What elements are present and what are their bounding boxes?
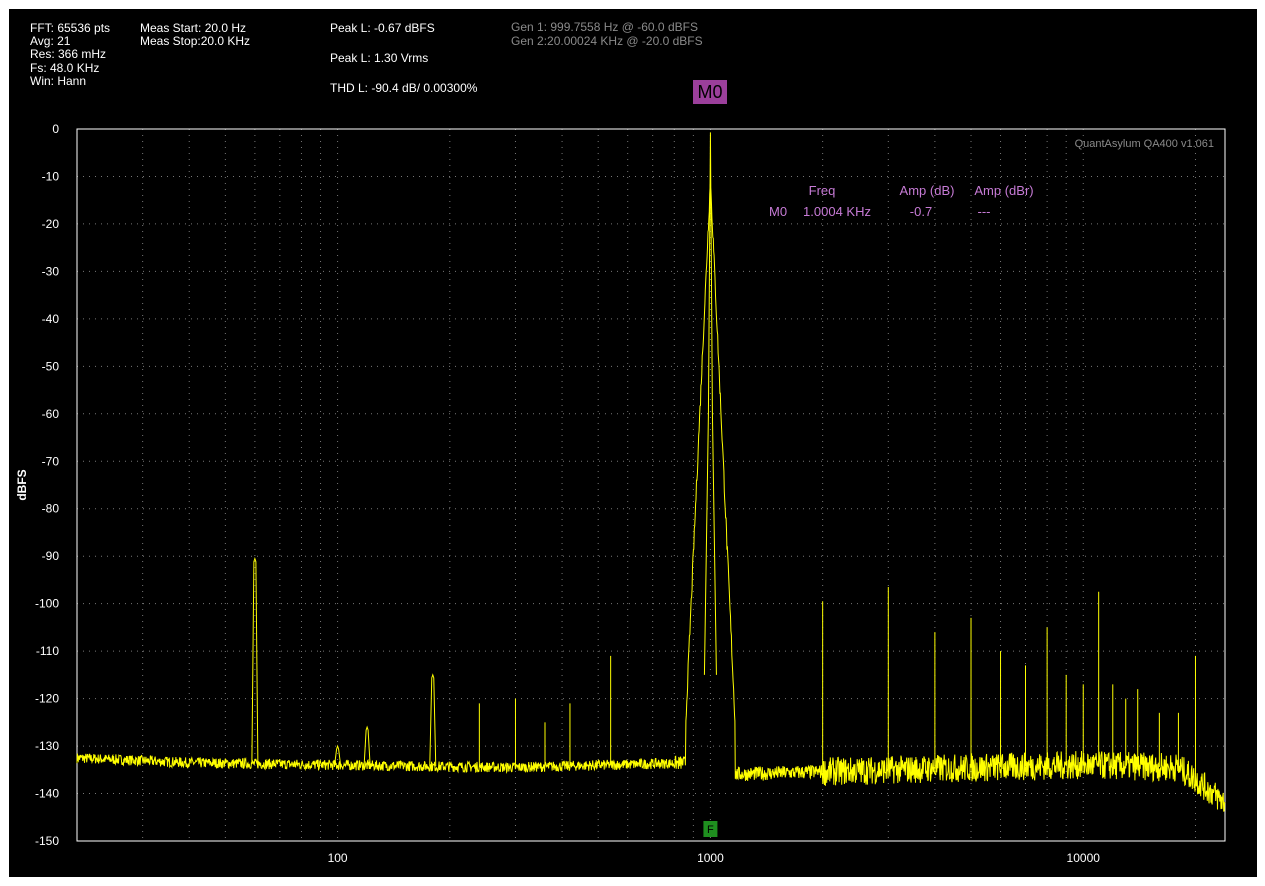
grid [77,129,1225,841]
analyzer-window: FFT: 65536 pts Avg: 21 Res: 366 mHz Fs: … [9,9,1257,877]
y-tick-label: -70 [42,454,60,468]
marker-row-name: M0 [769,204,787,219]
y-tick-label: -100 [35,597,59,611]
y-tick-label: -50 [42,359,60,373]
fundamental-label: F [707,824,714,836]
marker-row-amp: -0.7 [910,204,932,219]
x-axis-ticks: 100 1000 10000 [328,851,1101,865]
spectrum-peaks [251,132,1196,780]
marker-header-amp: Amp (dB) [900,183,955,198]
spectrum-chart: 0 -10 -20 -30 -40 -50 -60 -70 -80 -90 -100 -110 -120… [15,122,1226,865]
y-tick-label: -150 [35,834,59,848]
x-tick-label: 100 [328,851,348,865]
x-tick-label: 1000 [697,851,724,865]
y-tick-label: -120 [35,692,59,706]
marker-row-ampr: --- [978,204,991,219]
y-tick-label: -10 [42,169,60,183]
marker-header-freq: Freq [809,183,836,198]
watermark-text: QuantAsylum QA400 v1.061 [1075,138,1214,150]
marker-table: Freq Amp (dB) Amp (dBr) M0 1.0004 KHz -0… [769,183,1034,219]
y-tick-label: -110 [36,644,59,658]
x-tick-label: 10000 [1067,851,1101,865]
spectral-peak [251,556,259,764]
plot-frame [76,128,1226,842]
spectral-peak [429,673,437,767]
marker-row-freq: 1.0004 KHz [803,204,871,219]
y-tick-label: -20 [42,217,60,231]
marker-header-ampr: Amp (dBr) [974,183,1033,198]
y-axis-ticks: 0 -10 -20 -30 -40 -50 -60 -70 -80 -90 -100 -110 -120… [35,122,59,848]
y-tick-label: -60 [42,407,60,421]
y-tick-label: -80 [42,502,60,516]
fundamental-marker[interactable]: F [703,821,718,837]
y-tick-label: -140 [35,787,59,801]
y-tick-label: -90 [42,549,60,563]
y-tick-label: 0 [52,122,59,136]
y-tick-label: -130 [35,739,59,753]
y-tick-label: -40 [42,312,60,326]
y-tick-label: -30 [42,264,60,278]
y-axis-label: dBFS [15,469,29,500]
spectrum-noise-trace [76,184,1226,812]
spectral-peak [363,725,371,766]
